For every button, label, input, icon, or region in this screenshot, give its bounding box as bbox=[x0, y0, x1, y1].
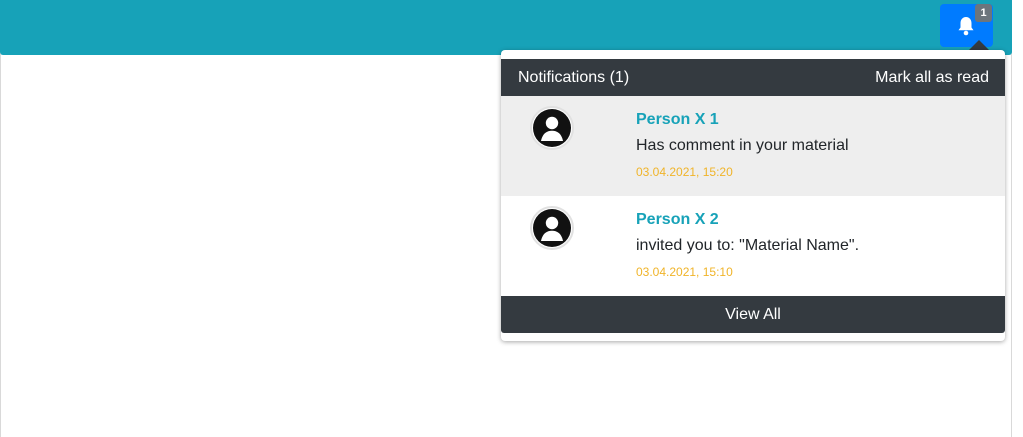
notifications-header: Notifications (1) Mark all as read bbox=[501, 59, 1005, 96]
view-all-button[interactable]: View All bbox=[501, 296, 1005, 333]
notification-item[interactable]: Person X 2 invited you to: "Material Nam… bbox=[501, 196, 1005, 296]
bell-icon bbox=[957, 16, 975, 36]
notifications-dropdown: Notifications (1) Mark all as read Perso… bbox=[501, 50, 1005, 341]
dropdown-caret bbox=[969, 40, 989, 50]
notifications-title: Notifications (1) bbox=[518, 69, 630, 86]
notification-sender-name[interactable]: Person X 1 bbox=[636, 110, 719, 130]
mark-all-as-read-link[interactable]: Mark all as read bbox=[875, 68, 989, 88]
left-border bbox=[0, 0, 1, 437]
user-avatar-icon bbox=[530, 206, 574, 250]
notification-timestamp: 03.04.2021, 15:20 bbox=[636, 165, 733, 179]
notification-timestamp: 03.04.2021, 15:10 bbox=[636, 265, 733, 279]
top-navbar: 1 bbox=[0, 0, 1012, 55]
notification-sender-name[interactable]: Person X 2 bbox=[636, 210, 719, 230]
notification-message: invited you to: "Material Name". bbox=[636, 237, 860, 254]
notification-item[interactable]: Person X 1 Has comment in your material … bbox=[501, 96, 1005, 196]
page: 1 Notifications (1) Mark all as read Per… bbox=[0, 0, 1023, 437]
right-border bbox=[1011, 0, 1012, 437]
notification-message: Has comment in your material bbox=[636, 137, 849, 154]
user-avatar-icon bbox=[530, 106, 574, 150]
notification-count-badge: 1 bbox=[975, 4, 992, 22]
